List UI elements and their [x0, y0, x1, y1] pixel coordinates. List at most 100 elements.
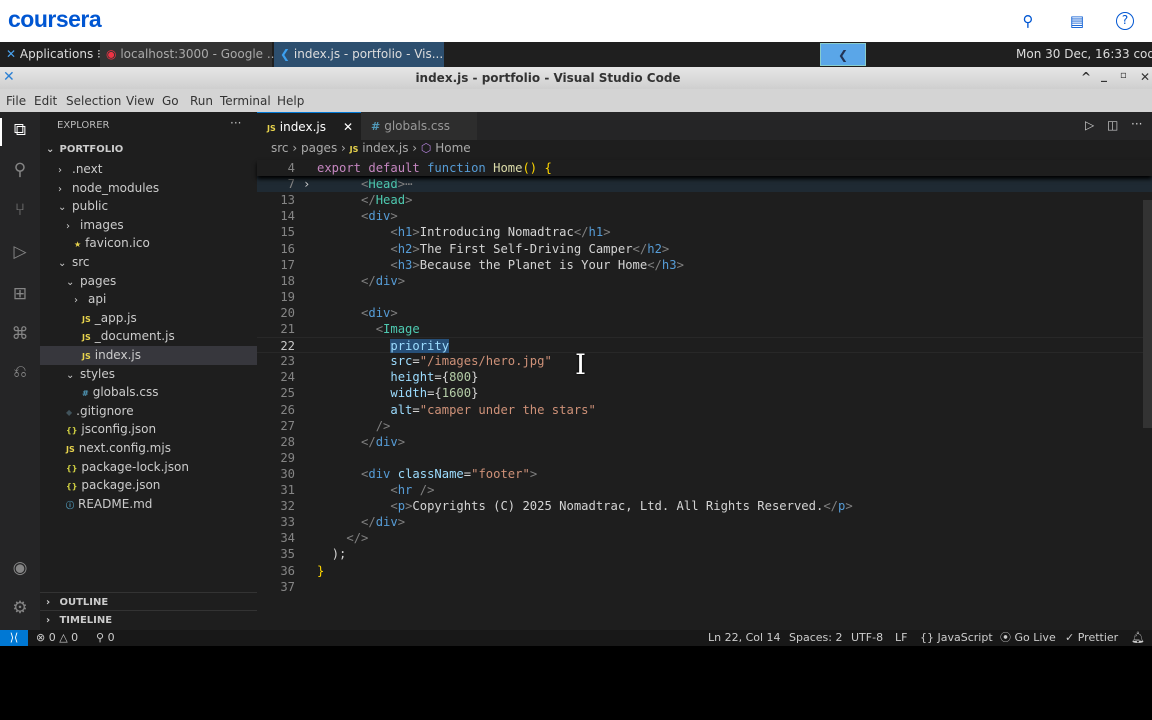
code-line[interactable]: 34 </>: [257, 530, 1152, 546]
scrollbar[interactable]: [1143, 200, 1152, 428]
tree-item[interactable]: JS index.js: [40, 346, 257, 365]
ports-indicator[interactable]: ⚲ 0: [96, 630, 115, 646]
tree-item[interactable]: {} package.json: [40, 476, 257, 495]
tree-item[interactable]: ⌄ pages: [40, 272, 257, 291]
tree-item[interactable]: › images: [40, 216, 257, 235]
breadcrumb-item[interactable]: index.js: [362, 141, 408, 155]
tree-item[interactable]: JS next.config.mjs: [40, 439, 257, 458]
code-line[interactable]: 30 <div className="footer">: [257, 466, 1152, 482]
tree-item[interactable]: ⌄ public: [40, 197, 257, 216]
breadcrumb-item[interactable]: src: [271, 141, 289, 155]
code-line[interactable]: 37: [257, 579, 1152, 595]
run-icon[interactable]: ▷: [1085, 118, 1094, 132]
code-line[interactable]: 13 </Head>: [257, 192, 1152, 208]
code-line[interactable]: 17 <h3>Because the Planet is Your Home</…: [257, 257, 1152, 273]
prettier-button[interactable]: ✓ Prettier: [1065, 630, 1118, 646]
more-actions-icon[interactable]: ···: [230, 116, 241, 130]
shade-button[interactable]: ^: [1081, 70, 1091, 84]
coursera-logo[interactable]: coursera: [8, 6, 102, 33]
menu-help[interactable]: Help: [277, 94, 304, 108]
outline-section[interactable]: › OUTLINE: [40, 592, 257, 611]
split-editor-icon[interactable]: ◫: [1107, 118, 1118, 132]
notes-icon[interactable]: ▤: [1068, 12, 1086, 30]
code-line[interactable]: 14 <div>: [257, 208, 1152, 224]
tree-item[interactable]: ◆ .gitignore: [40, 402, 257, 421]
extensions-icon[interactable]: ⊞: [8, 284, 32, 308]
code-line[interactable]: 16 <h2>The First Self-Driving Camper</h2…: [257, 241, 1152, 257]
tree-item[interactable]: JS _app.js: [40, 309, 257, 328]
menu-terminal[interactable]: Terminal: [220, 94, 271, 108]
code-line[interactable]: 21 <Image: [257, 321, 1152, 337]
code-line[interactable]: 33 </div>: [257, 514, 1152, 530]
code-line[interactable]: 7 › <Head>⋯: [257, 176, 1152, 193]
code-line[interactable]: 35 );: [257, 546, 1152, 562]
problems-indicator[interactable]: ⊗ 0 △ 0: [36, 630, 78, 646]
menu-run[interactable]: Run: [190, 94, 213, 108]
code-line[interactable]: 22 priority: [257, 337, 1152, 354]
cursor-position[interactable]: Ln 22, Col 14: [708, 630, 781, 646]
tree-item[interactable]: ★ favicon.ico: [40, 234, 257, 253]
code-line[interactable]: 20 <div>: [257, 305, 1152, 321]
close-button[interactable]: ✕: [1140, 70, 1150, 84]
explorer-icon[interactable]: ⧉: [8, 120, 32, 144]
tab-index-js[interactable]: JS index.js ✕: [257, 112, 361, 140]
settings-gear-icon[interactable]: ⚙: [8, 598, 32, 622]
menu-selection[interactable]: Selection: [66, 94, 121, 108]
code-line[interactable]: 18 </div>: [257, 273, 1152, 289]
code-line[interactable]: 24 height={800}: [257, 369, 1152, 385]
code-line[interactable]: 23 src="/images/hero.jpg": [257, 353, 1152, 369]
fold-chevron-icon[interactable]: ›: [303, 176, 310, 192]
code-line[interactable]: 29: [257, 450, 1152, 466]
vscode-window-tab[interactable]: ❮ index.js - portfolio - Vis...: [274, 42, 444, 67]
language-mode[interactable]: {} JavaScript: [920, 630, 993, 646]
tree-item[interactable]: ⓘ README.md: [40, 495, 257, 514]
go-live-button[interactable]: ⦿ Go Live: [1000, 630, 1056, 646]
more-actions-icon[interactable]: ···: [1131, 117, 1142, 131]
menu-view[interactable]: View: [126, 94, 154, 108]
eol[interactable]: LF: [895, 630, 907, 646]
menu-edit[interactable]: Edit: [34, 94, 57, 108]
tree-item[interactable]: › .next: [40, 160, 257, 179]
folder-root[interactable]: ⌄ PORTFOLIO: [40, 140, 257, 159]
applications-menu[interactable]: ✕ Applications ⁝: [0, 42, 107, 67]
code-line[interactable]: 25 width={1600}: [257, 385, 1152, 401]
tree-item[interactable]: › node_modules: [40, 179, 257, 198]
testing-icon[interactable]: ⎌: [8, 362, 32, 386]
code-line[interactable]: 32 <p > Copyrights (C) 2025 Nomadtrac, Ltd…: [257, 498, 1152, 514]
source-control-icon[interactable]: ⑂: [8, 200, 32, 224]
code-line[interactable]: 15 <h1>Introducing Nomadtrac</h1>: [257, 224, 1152, 240]
breadcrumb-item[interactable]: Home: [435, 141, 470, 155]
workspace-switcher[interactable]: ❮: [820, 43, 866, 66]
close-tab-icon[interactable]: ✕: [343, 113, 353, 141]
code-line[interactable]: 31 <hr />: [257, 482, 1152, 498]
code-line[interactable]: 4 export default function Home() {: [257, 160, 1152, 176]
menu-go[interactable]: Go: [162, 94, 179, 108]
indentation[interactable]: Spaces: 2: [789, 630, 842, 646]
tree-item[interactable]: › api: [40, 290, 257, 309]
menu-file[interactable]: File: [6, 94, 26, 108]
remote-icon[interactable]: ⌘: [8, 324, 32, 348]
tree-item[interactable]: ⌄ src: [40, 253, 257, 272]
tree-item[interactable]: {} package-lock.json: [40, 458, 257, 477]
remote-indicator[interactable]: ⟩⟨: [0, 630, 28, 646]
tree-item[interactable]: # globals.css: [40, 383, 257, 402]
run-debug-icon[interactable]: ▷: [8, 242, 32, 266]
breadcrumb-item[interactable]: pages: [301, 141, 337, 155]
tab-globals-css[interactable]: # globals.css: [361, 112, 477, 140]
translate-icon[interactable]: ⚲: [1019, 12, 1037, 30]
code-line[interactable]: 28 </div>: [257, 434, 1152, 450]
code-line[interactable]: 27 />: [257, 418, 1152, 434]
encoding[interactable]: UTF-8: [851, 630, 883, 646]
help-icon[interactable]: ?: [1116, 12, 1134, 30]
tree-item[interactable]: ⌄ styles: [40, 365, 257, 384]
code-line[interactable]: 36}: [257, 563, 1152, 579]
tree-item[interactable]: JS _document.js: [40, 327, 257, 346]
notifications-icon[interactable]: 🔔︎: [1131, 630, 1145, 646]
code-line[interactable]: 26 alt="camper under the stars": [257, 402, 1152, 418]
tree-item[interactable]: {} jsconfig.json: [40, 420, 257, 439]
timeline-section[interactable]: › TIMELINE: [40, 610, 257, 629]
code-line[interactable]: 19: [257, 289, 1152, 305]
maximize-button[interactable]: ▫: [1120, 70, 1127, 81]
account-icon[interactable]: ◉: [8, 558, 32, 582]
search-icon[interactable]: ⚲: [8, 160, 32, 184]
